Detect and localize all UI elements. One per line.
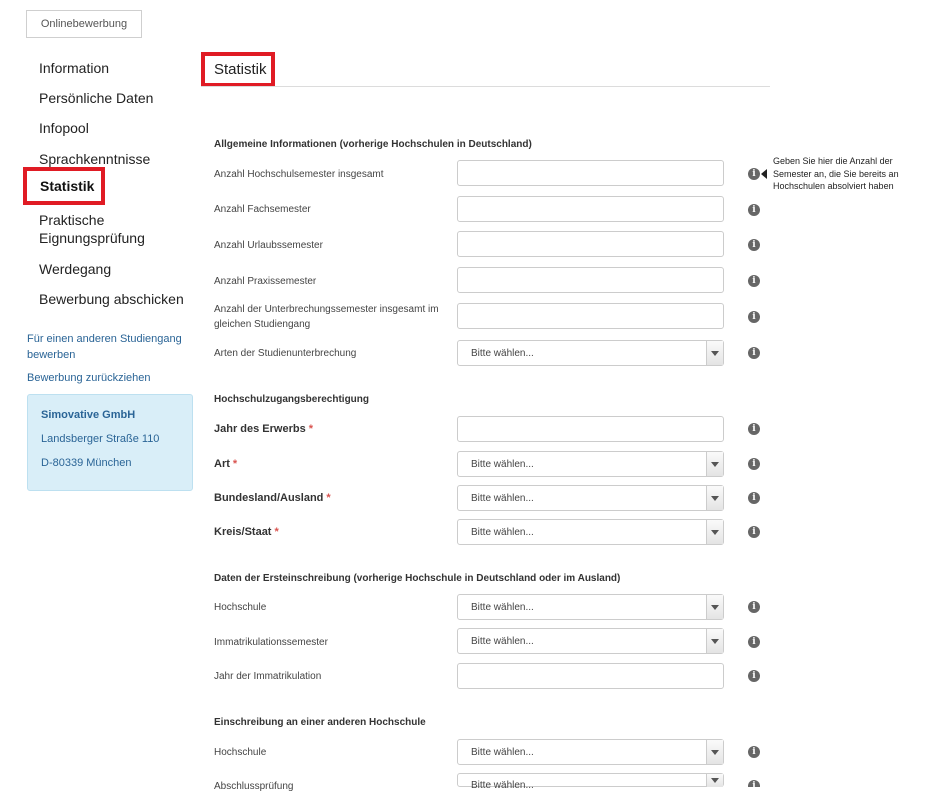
- label-hochschule: Hochschule: [214, 602, 267, 613]
- label-praxissemester: Anzahl Praxissemester: [214, 276, 317, 287]
- select-value: Bitte wählen...: [471, 526, 534, 538]
- label-text: Art: [214, 458, 230, 470]
- info-icon[interactable]: i: [748, 636, 760, 648]
- jahr-der-immatrikulation-input[interactable]: [457, 663, 724, 689]
- onlinebewerbung-tab[interactable]: Onlinebewerbung: [26, 10, 142, 38]
- info-icon[interactable]: i: [748, 780, 760, 787]
- label-jahr-der-immatrikulation: Jahr der Immatrikulation: [214, 671, 322, 682]
- chevron-down-icon[interactable]: [706, 595, 723, 619]
- info-icon[interactable]: i: [748, 746, 760, 758]
- abschlusspruefung-select[interactable]: Bitte wählen...: [457, 773, 724, 791]
- label-unterbrechungssemester: Anzahl der Unterbrechungssemester insges…: [214, 304, 439, 330]
- info-icon[interactable]: i: [748, 458, 760, 470]
- label-text: Jahr des Erwerbs: [214, 423, 306, 435]
- select-value: Bitte wählen...: [471, 347, 534, 359]
- hochschulsemester-input[interactable]: [457, 160, 724, 186]
- info-icon[interactable]: i: [748, 423, 760, 435]
- label-studienunterbrechung: Arten der Studienunterbrechung: [214, 348, 357, 359]
- address-box: Simovative GmbH Landsberger Straße 110 D…: [27, 394, 193, 491]
- required-marker: *: [232, 458, 238, 470]
- address-street: Landsberger Straße 110: [41, 433, 160, 445]
- info-icon[interactable]: i: [748, 275, 760, 287]
- other-program-link[interactable]: Für einen anderen Studiengang bewerben: [27, 331, 187, 363]
- sidebar-item-bewerbung-abschicken[interactable]: Bewerbung abschicken: [39, 290, 184, 308]
- fachsemester-input[interactable]: [457, 196, 724, 222]
- info-icon[interactable]: i: [748, 204, 760, 216]
- info-icon[interactable]: i: [748, 239, 760, 251]
- select-value: Bitte wählen...: [471, 492, 534, 504]
- praxissemester-input[interactable]: [457, 267, 724, 293]
- required-marker: *: [308, 423, 313, 435]
- ersteinschreibung-hochschule-select[interactable]: Bitte wählen...: [457, 594, 724, 620]
- andere-hochschule-select[interactable]: Bitte wählen...: [457, 739, 724, 765]
- select-value: Bitte wählen...: [471, 601, 534, 613]
- chevron-down-icon[interactable]: [706, 629, 723, 653]
- info-icon[interactable]: i: [748, 492, 760, 504]
- sidebar-item-persoenliche-daten[interactable]: Persönliche Daten: [39, 89, 153, 107]
- chevron-down-icon[interactable]: [706, 452, 723, 476]
- select-value: Bitte wählen...: [471, 635, 534, 647]
- info-icon[interactable]: i: [748, 311, 760, 323]
- section-title-allgemeine-informationen: Allgemeine Informationen (vorherige Hoch…: [214, 139, 532, 150]
- info-icon[interactable]: i: [748, 601, 760, 613]
- address-company: Simovative GmbH: [41, 409, 136, 421]
- unterbrechungssemester-input[interactable]: [457, 303, 724, 329]
- label-bundesland-ausland: Bundesland/Ausland *: [214, 491, 454, 506]
- label-fachsemester: Anzahl Fachsemester: [214, 204, 311, 215]
- sidebar-item-praktische-eignungspruefung[interactable]: Praktische Eignungsprüfung: [39, 211, 149, 247]
- required-marker: *: [274, 526, 279, 538]
- label-kreis-staat: Kreis/Staat *: [214, 525, 454, 540]
- kreis-staat-select[interactable]: Bitte wählen...: [457, 519, 724, 545]
- sidebar-item-infopool[interactable]: Infopool: [39, 119, 89, 137]
- sidebar-item-sprachkenntnisse[interactable]: Sprachkenntnisse: [39, 150, 150, 168]
- info-tooltip: Geben Sie hier die Anzahl der Semester a…: [767, 153, 925, 195]
- label-jahr-des-erwerbs: Jahr des Erwerbs *: [214, 422, 454, 437]
- label-art: Art *: [214, 457, 454, 472]
- select-value: Bitte wählen...: [471, 458, 534, 470]
- studienunterbrechung-select[interactable]: Bitte wählen...: [457, 340, 724, 366]
- label-hochschulsemester: Anzahl Hochschulsemester insgesamt: [214, 169, 384, 180]
- art-select[interactable]: Bitte wählen...: [457, 451, 724, 477]
- section-title-ersteinschreibung: Daten der Ersteinschreibung (vorherige H…: [214, 573, 621, 584]
- info-icon[interactable]: i: [748, 670, 760, 682]
- select-value: Bitte wählen...: [471, 780, 534, 791]
- withdraw-application-link[interactable]: Bewerbung zurückziehen: [27, 370, 151, 386]
- page-title: Statistik: [201, 52, 275, 87]
- jahr-des-erwerbs-input[interactable]: [457, 416, 724, 442]
- section-title-hochschulzugangsberechtigung: Hochschulzugangsberechtigung: [214, 394, 370, 405]
- label-hochschule: Hochschule: [214, 747, 267, 758]
- select-value: Bitte wählen...: [471, 746, 534, 758]
- urlaubssemester-input[interactable]: [457, 231, 724, 257]
- immatrikulationssemester-select[interactable]: Bitte wählen...: [457, 628, 724, 654]
- info-icon[interactable]: i: [748, 347, 760, 359]
- heading-divider: [201, 86, 770, 87]
- label-urlaubssemester: Anzahl Urlaubssemester: [214, 240, 323, 251]
- required-marker: *: [326, 492, 331, 504]
- sidebar-item-information[interactable]: Information: [39, 59, 109, 77]
- sidebar-item-statistik[interactable]: Statistik: [23, 167, 105, 205]
- info-icon[interactable]: i: [748, 168, 760, 180]
- chevron-down-icon[interactable]: [706, 486, 723, 510]
- label-text: Kreis/Staat: [214, 526, 272, 538]
- bundesland-ausland-select[interactable]: Bitte wählen...: [457, 485, 724, 511]
- label-immatrikulationssemester: Immatrikulationssemester: [214, 637, 328, 648]
- chevron-down-icon[interactable]: [706, 341, 723, 365]
- info-icon[interactable]: i: [748, 526, 760, 538]
- sidebar-item-werdegang[interactable]: Werdegang: [39, 260, 111, 278]
- chevron-down-icon[interactable]: [706, 520, 723, 544]
- chevron-down-icon[interactable]: [706, 774, 723, 787]
- section-title-andere-hochschule: Einschreibung an einer anderen Hochschul…: [214, 717, 426, 728]
- label-text: Bundesland/Ausland: [214, 492, 324, 504]
- address-city: D-80339 München: [41, 457, 132, 469]
- chevron-down-icon[interactable]: [706, 740, 723, 764]
